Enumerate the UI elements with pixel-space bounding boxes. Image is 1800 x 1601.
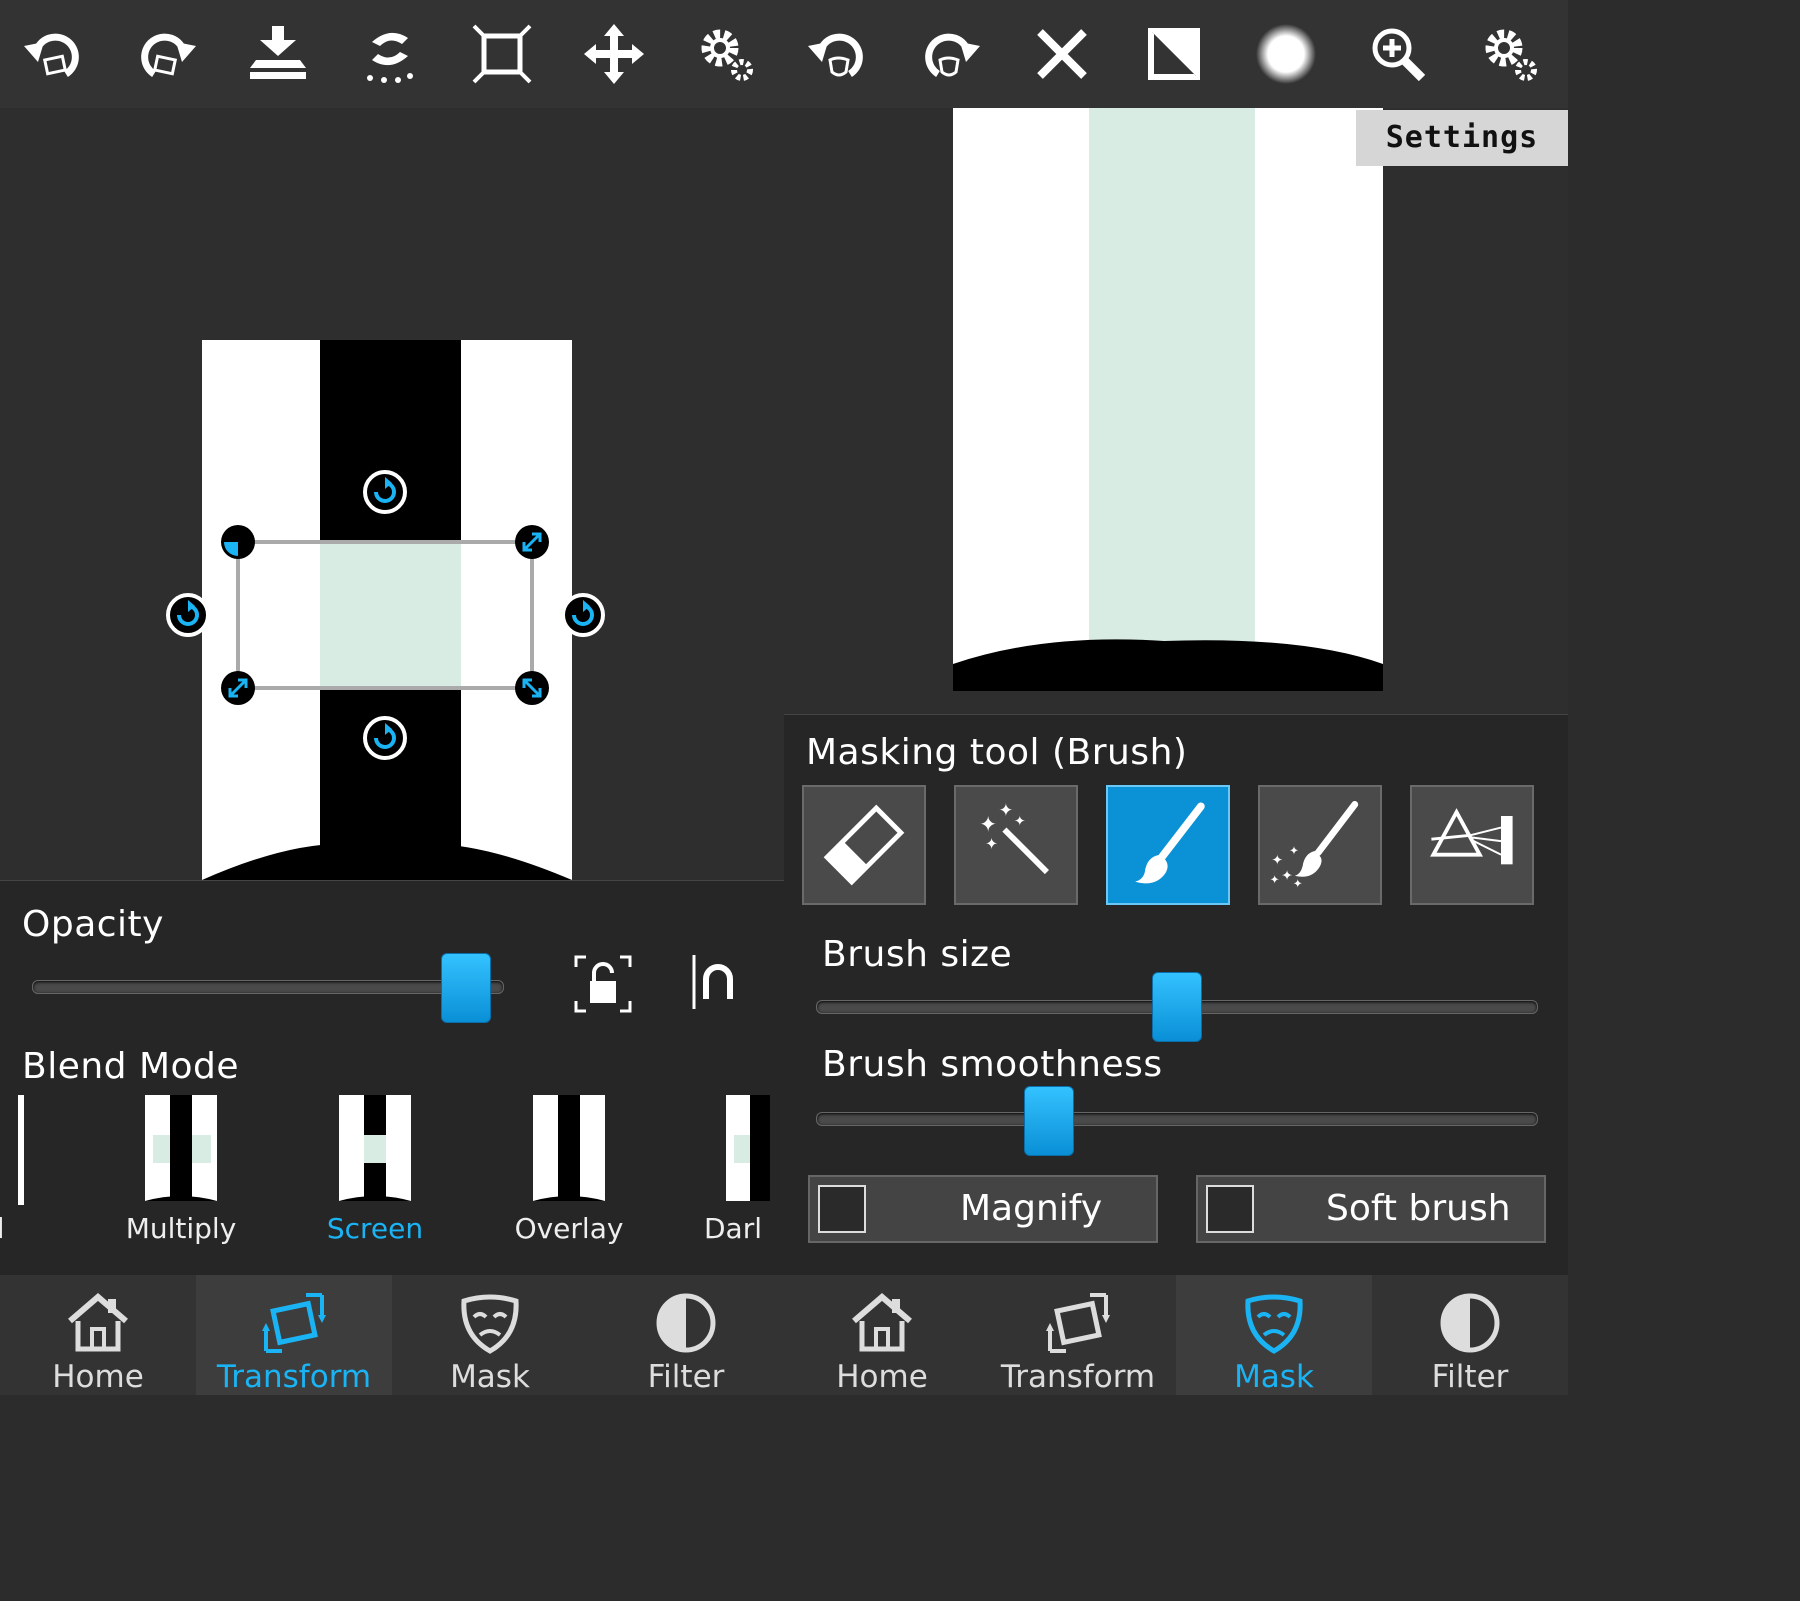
mask-icon [1245,1294,1303,1354]
mask-canvas[interactable] [784,108,1568,714]
corner-handle-bottom-left[interactable] [220,670,256,706]
filter-icon [1440,1293,1500,1353]
blend-thumb-overlay[interactable] [533,1095,613,1205]
top-toolbar [0,0,1568,109]
invert-mask-icon[interactable] [1142,22,1206,86]
brush-preview-icon[interactable] [1254,22,1318,86]
transform-reset-icon[interactable] [358,22,422,86]
undo-mask-icon[interactable] [806,22,870,86]
gradient-tool-button[interactable] [1410,785,1534,905]
blend-label-normal[interactable]: al [0,1212,52,1245]
zoom-icon[interactable] [1366,22,1430,86]
rotate-handle-bottom[interactable] [362,715,408,761]
nav-mask-label: Mask [450,1359,530,1395]
spray-brush-icon: ✦✦✦✦✦ [1270,801,1359,891]
brush-tool-button[interactable] [1106,785,1230,905]
brush-smoothness-slider-track[interactable] [816,1112,1538,1126]
corner-handle-top-left[interactable] [220,524,256,560]
mask-icon [461,1294,519,1354]
spray-brush-tool-button[interactable]: ✦ ✦ ✦ ✦ ✦ [1258,785,1382,905]
blend-label-multiply[interactable]: Multiply [101,1212,261,1245]
svg-text:✦: ✦ [1014,814,1025,830]
undo-transform-icon[interactable] [22,22,86,86]
transform-icon [1046,1293,1110,1353]
magic-wand-tool-button[interactable]: ✦ ✦ ✦ ✦ [954,785,1078,905]
brush-smoothness-label: Brush smoothness [822,1044,1163,1085]
nav-home-label: Home [52,1359,144,1395]
redo-mask-icon[interactable] [918,22,982,86]
blend-label-darken[interactable]: Darl [704,1212,784,1245]
filter-icon [656,1293,716,1353]
magnify-label: Magnify [960,1188,1103,1229]
rotate-handle-right[interactable] [560,592,606,638]
home-icon [68,1293,128,1352]
brush-smoothness-slider-thumb[interactable] [1024,1086,1075,1156]
blend-thumb-multiply[interactable] [145,1095,225,1205]
settings-tooltip: Settings [1356,110,1568,166]
svg-text:✦: ✦ [1270,873,1280,887]
eraser-icon [823,804,905,886]
nav-home-right[interactable]: Home [784,1275,980,1395]
nav-filter-label: Filter [647,1359,725,1395]
soft-brush-toggle[interactable]: Soft brush [1196,1175,1546,1243]
eraser-tool-button[interactable] [802,785,926,905]
redo-transform-icon[interactable] [134,22,198,86]
blend-thumb-darken[interactable] [726,1095,770,1205]
nav-mask-label: Mask [1234,1359,1314,1395]
magic-wand-icon: ✦✦✦✦ [979,801,1049,875]
fit-canvas-icon[interactable] [470,22,534,86]
magnify-toggle[interactable]: Magnify [808,1175,1158,1243]
nav-filter-label: Filter [1431,1359,1509,1395]
settings-icon[interactable] [1478,22,1542,86]
svg-text:✦: ✦ [1293,877,1303,891]
nav-mask-right[interactable]: Mask [1176,1275,1372,1395]
nav-home-left[interactable]: Home [0,1275,196,1395]
nav-filter-right[interactable]: Filter [1372,1275,1568,1395]
blend-label-overlay[interactable]: Overlay [489,1212,649,1245]
soft-brush-label: Soft brush [1326,1188,1511,1229]
nav-transform-label: Transform [1000,1359,1156,1395]
magnify-checkbox[interactable] [818,1185,866,1233]
gradient-prism-icon [1430,808,1513,865]
nav-transform-left[interactable]: Transform [196,1275,392,1395]
lock-open-icon[interactable] [574,955,632,1013]
svg-text:✦: ✦ [1272,852,1283,868]
soft-brush-checkbox[interactable] [1206,1185,1254,1233]
svg-text:✦: ✦ [1289,844,1299,858]
transform-icon [262,1293,326,1353]
corner-handle-top-right[interactable] [514,524,550,560]
opacity-slider-track[interactable] [32,980,504,994]
brush-icon [1135,802,1205,884]
move-icon[interactable] [582,22,646,86]
clear-mask-icon[interactable] [1030,22,1094,86]
settings-icon[interactable] [694,22,758,86]
blend-thumb-normal[interactable] [14,1095,26,1205]
blend-label-screen[interactable]: Screen [295,1212,455,1245]
nav-transform-right[interactable]: Transform [980,1275,1176,1395]
svg-text:✦: ✦ [985,835,998,853]
svg-text:✦: ✦ [1281,868,1292,884]
brush-size-label: Brush size [822,934,1013,975]
nav-transform-label: Transform [216,1359,372,1395]
blend-mode-label: Blend Mode [22,1046,240,1087]
nav-home-label: Home [836,1359,928,1395]
nav-mask-left[interactable]: Mask [392,1275,588,1395]
home-icon [852,1293,912,1352]
nav-filter-left[interactable]: Filter [588,1275,784,1395]
corner-handle-bottom-right[interactable] [514,670,550,706]
opacity-label: Opacity [22,904,164,945]
rotate-handle-left[interactable] [165,592,211,638]
snap-magnet-icon[interactable] [690,955,740,1013]
blend-thumb-screen[interactable] [339,1095,419,1205]
merge-down-icon[interactable] [246,22,310,86]
brush-size-slider-thumb[interactable] [1152,972,1202,1042]
svg-text:✦: ✦ [979,812,997,837]
svg-text:✦: ✦ [999,801,1014,821]
rotate-handle-top[interactable] [362,469,408,515]
masking-tool-title: Masking tool (Brush) [806,732,1188,773]
opacity-slider-thumb[interactable] [441,953,492,1023]
